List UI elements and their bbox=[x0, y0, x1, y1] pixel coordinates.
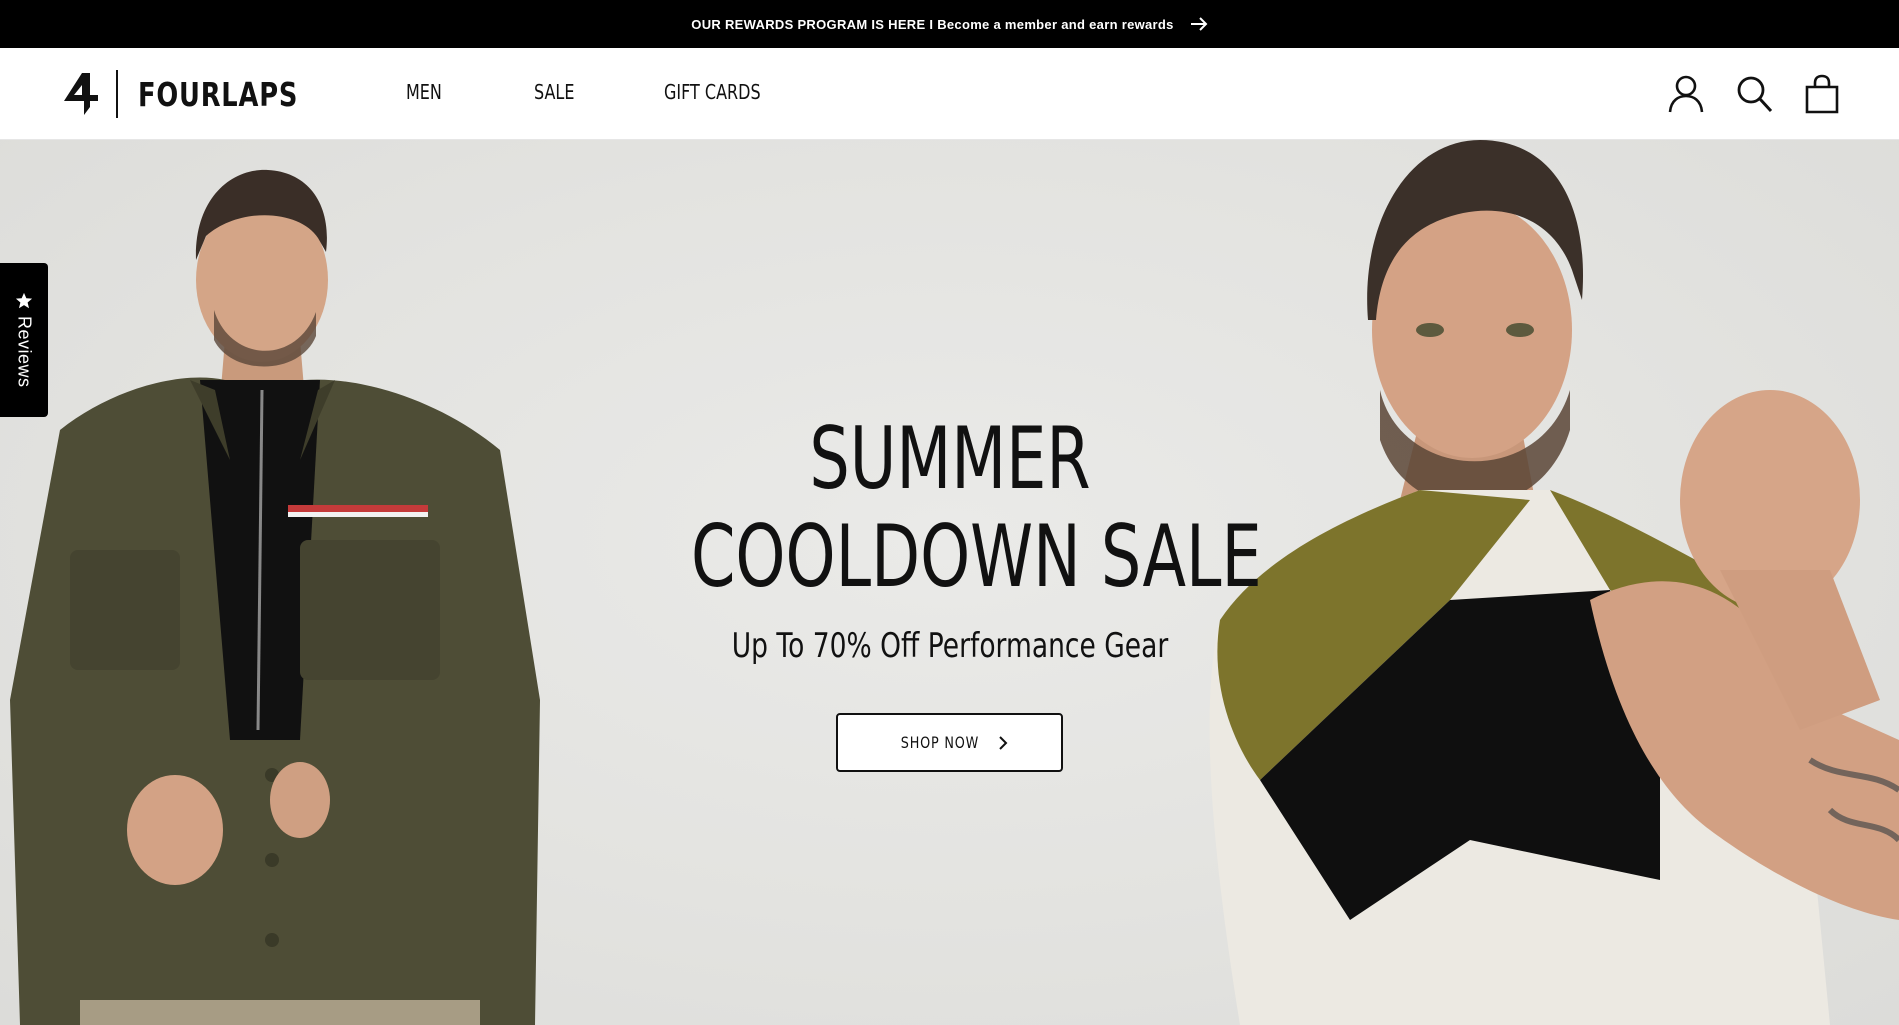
search-icon[interactable] bbox=[1735, 74, 1773, 114]
header-icons bbox=[1667, 74, 1841, 114]
shop-now-label: SHOP NOW bbox=[900, 733, 979, 752]
hero-banner[interactable]: SUMMER COOLDOWN SALE Up To 70% Off Perfo… bbox=[0, 140, 1899, 1025]
hero-model-left-image bbox=[10, 169, 540, 1025]
arrow-right-icon[interactable] bbox=[1190, 17, 1208, 31]
announcement-text[interactable]: OUR REWARDS PROGRAM IS HERE I Become a m… bbox=[691, 17, 1173, 32]
hero-subtitle: Up To 70% Off Performance Gear bbox=[731, 626, 1169, 666]
account-icon[interactable] bbox=[1667, 74, 1705, 114]
reviews-tab-label: Reviews bbox=[14, 316, 35, 388]
hero-title-line-1: SUMMER bbox=[809, 409, 1091, 509]
logo-divider bbox=[116, 70, 118, 118]
announcement-bar[interactable]: OUR REWARDS PROGRAM IS HERE I Become a m… bbox=[0, 0, 1899, 48]
nav-item-gift-cards[interactable]: GIFT CARDS bbox=[664, 80, 761, 104]
main-nav: MEN SALE GIFT CARDS bbox=[406, 80, 784, 104]
logo-wordmark: FOURLAPS bbox=[138, 74, 299, 114]
nav-item-men[interactable]: MEN bbox=[406, 80, 508, 104]
reviews-tab[interactable]: Reviews bbox=[0, 263, 48, 417]
brand-logo[interactable]: FOURLAPS bbox=[62, 70, 343, 118]
site-header: FOURLAPS MEN SALE GIFT CARDS bbox=[0, 48, 1899, 140]
logo-mark-icon bbox=[64, 73, 98, 115]
nav-item-sale[interactable]: SALE bbox=[534, 80, 638, 104]
cart-icon[interactable] bbox=[1803, 74, 1841, 114]
star-icon bbox=[15, 293, 33, 309]
shop-now-button[interactable]: SHOP NOW bbox=[836, 713, 1063, 772]
chevron-right-icon bbox=[999, 735, 1008, 750]
hero-copy: SUMMER COOLDOWN SALE Up To 70% Off Perfo… bbox=[600, 410, 1300, 666]
hero-title-line-2: COOLDOWN SALE bbox=[691, 507, 1262, 607]
